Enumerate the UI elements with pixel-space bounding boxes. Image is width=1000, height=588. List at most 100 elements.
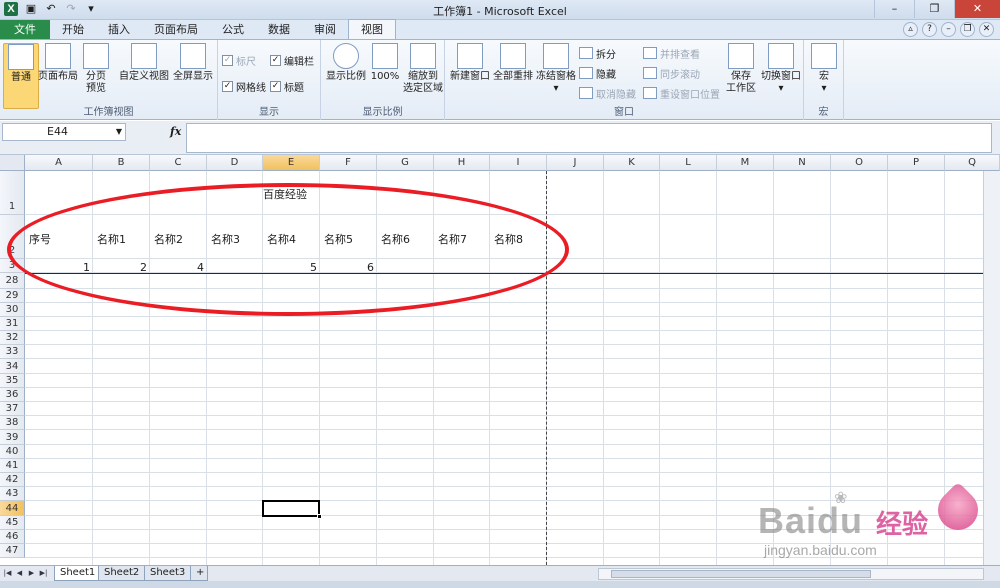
freeze-panes-button[interactable]: 冻结窗格 ▾ [535, 43, 577, 95]
column-header-l[interactable]: L [660, 155, 717, 171]
restore-workbook-icon[interactable]: ❐ [960, 22, 975, 37]
insert-sheet-icon[interactable]: + [190, 566, 208, 581]
prev-sheet-icon[interactable]: ◀ [14, 567, 25, 580]
minimize-button[interactable]: – [874, 0, 914, 18]
column-header-m[interactable]: M [717, 155, 774, 171]
column-header-d[interactable]: D [207, 155, 263, 171]
gridlines-check-icon: ✓ [222, 80, 233, 92]
arrange-all-button[interactable]: 全部重排 [491, 43, 535, 83]
zoom-100-button[interactable]: 100% [367, 43, 403, 83]
sync-scroll-button[interactable]: 同步滚动 [643, 65, 700, 81]
save-workspace-button[interactable]: 保存 工作区 [723, 43, 759, 95]
grid-row-line [25, 429, 983, 430]
full-screen-button[interactable]: 全屏显示 [170, 43, 216, 83]
ruler-checkbox[interactable]: ✓ 标尺 [222, 52, 256, 68]
tab-home[interactable]: 开始 [50, 20, 96, 39]
close-button[interactable]: ✕ [954, 0, 1000, 18]
formula-input[interactable] [186, 123, 992, 153]
column-header-e[interactable]: E [263, 155, 320, 171]
headings-checkbox[interactable]: ✓ 标题 [270, 78, 304, 94]
macros-button[interactable]: 宏 ▾ [806, 43, 842, 95]
row-header-45[interactable]: 45 [0, 516, 25, 530]
sheet-tab-sheet2[interactable]: Sheet2 [98, 566, 146, 581]
help-icon[interactable]: ? [922, 22, 937, 37]
tab-data[interactable]: 数据 [256, 20, 302, 39]
row-header-33[interactable]: 33 [0, 345, 25, 359]
select-all-corner[interactable] [0, 155, 25, 171]
zoom-button[interactable]: 显示比例 [325, 43, 367, 83]
insert-function-icon[interactable]: fx [170, 125, 181, 138]
custom-views-button[interactable]: 自定义视图 [118, 43, 170, 83]
last-sheet-icon[interactable]: ▶| [38, 567, 49, 580]
row-header-30[interactable]: 30 [0, 303, 25, 317]
sheet-tab-sheet3[interactable]: Sheet3 [144, 566, 192, 581]
column-header-j[interactable]: J [547, 155, 604, 171]
row-header-43[interactable]: 43 [0, 487, 25, 501]
row-header-47[interactable]: 47 [0, 544, 25, 558]
tab-file[interactable]: 文件 [0, 20, 50, 39]
row-header-37[interactable]: 37 [0, 402, 25, 416]
column-header-f[interactable]: F [320, 155, 377, 171]
row-header-42[interactable]: 42 [0, 473, 25, 487]
row-header-34[interactable]: 34 [0, 359, 25, 374]
row-header-40[interactable]: 40 [0, 445, 25, 459]
row-header-28[interactable]: 28 [0, 273, 25, 289]
row-header-44[interactable]: 44 [0, 501, 25, 516]
row-header-29[interactable]: 29 [0, 289, 25, 303]
sheet-tab-sheet1[interactable]: Sheet1 [54, 566, 102, 581]
fill-handle[interactable] [317, 514, 322, 519]
split-button[interactable]: 拆分 [579, 45, 616, 61]
ribbon-collapse-icon[interactable]: ▵ [903, 22, 918, 37]
page-break-preview-button[interactable]: 分页 预览 [78, 43, 114, 95]
side-by-side-button[interactable]: 并排查看 [643, 45, 700, 61]
tab-review[interactable]: 审阅 [302, 20, 348, 39]
column-header-b[interactable]: B [93, 155, 150, 171]
column-header-i[interactable]: I [490, 155, 547, 171]
normal-view-button[interactable]: 普通 [3, 43, 39, 109]
tab-page-layout[interactable]: 页面布局 [142, 20, 210, 39]
next-sheet-icon[interactable]: ▶ [26, 567, 37, 580]
zoom-to-selection-button[interactable]: 缩放到 选定区域 [403, 43, 443, 95]
row-header-38[interactable]: 38 [0, 416, 25, 430]
hide-button[interactable]: 隐藏 [579, 65, 616, 81]
active-cell-selection[interactable] [262, 500, 322, 519]
row-header-36[interactable]: 36 [0, 388, 25, 402]
name-box[interactable]: E44 ▼ [2, 123, 126, 141]
row-header-32[interactable]: 32 [0, 331, 25, 345]
restore-button[interactable]: ❐ [914, 0, 954, 18]
switch-windows-button[interactable]: 切换窗口 ▾ [759, 43, 803, 95]
row-header-35[interactable]: 35 [0, 374, 25, 388]
new-window-button[interactable]: 新建窗口 [449, 43, 491, 83]
close-workbook-icon[interactable]: ✕ [979, 22, 994, 37]
name-box-dropdown-icon[interactable]: ▼ [116, 124, 122, 140]
row-header-31[interactable]: 31 [0, 317, 25, 331]
column-header-q[interactable]: Q [945, 155, 1000, 171]
column-header-n[interactable]: N [774, 155, 831, 171]
row-header-39[interactable]: 39 [0, 430, 25, 445]
page-layout-view-button[interactable]: 页面布局 [38, 43, 78, 83]
column-header-g[interactable]: G [377, 155, 434, 171]
horizontal-scroll-thumb[interactable] [611, 570, 871, 578]
tab-view[interactable]: 视图 [348, 19, 396, 39]
row-header-46[interactable]: 46 [0, 530, 25, 544]
first-sheet-icon[interactable]: |◀ [2, 567, 13, 580]
grid-col-line [659, 171, 660, 565]
tab-insert[interactable]: 插入 [96, 20, 142, 39]
column-header-h[interactable]: H [434, 155, 490, 171]
column-header-o[interactable]: O [831, 155, 888, 171]
unhide-button[interactable]: 取消隐藏 [579, 85, 636, 101]
column-header-a[interactable]: A [25, 155, 93, 171]
formula-bar-checkbox[interactable]: ✓ 编辑栏 [270, 52, 314, 68]
column-header-p[interactable]: P [888, 155, 945, 171]
row-header-41[interactable]: 41 [0, 459, 25, 473]
arrange-all-icon [500, 43, 526, 69]
gridlines-checkbox[interactable]: ✓ 网格线 [222, 78, 266, 94]
minimize-workbook-icon[interactable]: – [941, 22, 956, 37]
reset-window-position-button[interactable]: 重设窗口位置 [643, 85, 720, 101]
column-header-c[interactable]: C [150, 155, 207, 171]
row-header-1[interactable]: 1 [0, 171, 25, 215]
grid-row-line [25, 344, 983, 345]
horizontal-scrollbar[interactable] [598, 568, 984, 580]
tab-formulas[interactable]: 公式 [210, 20, 256, 39]
column-header-k[interactable]: K [604, 155, 660, 171]
